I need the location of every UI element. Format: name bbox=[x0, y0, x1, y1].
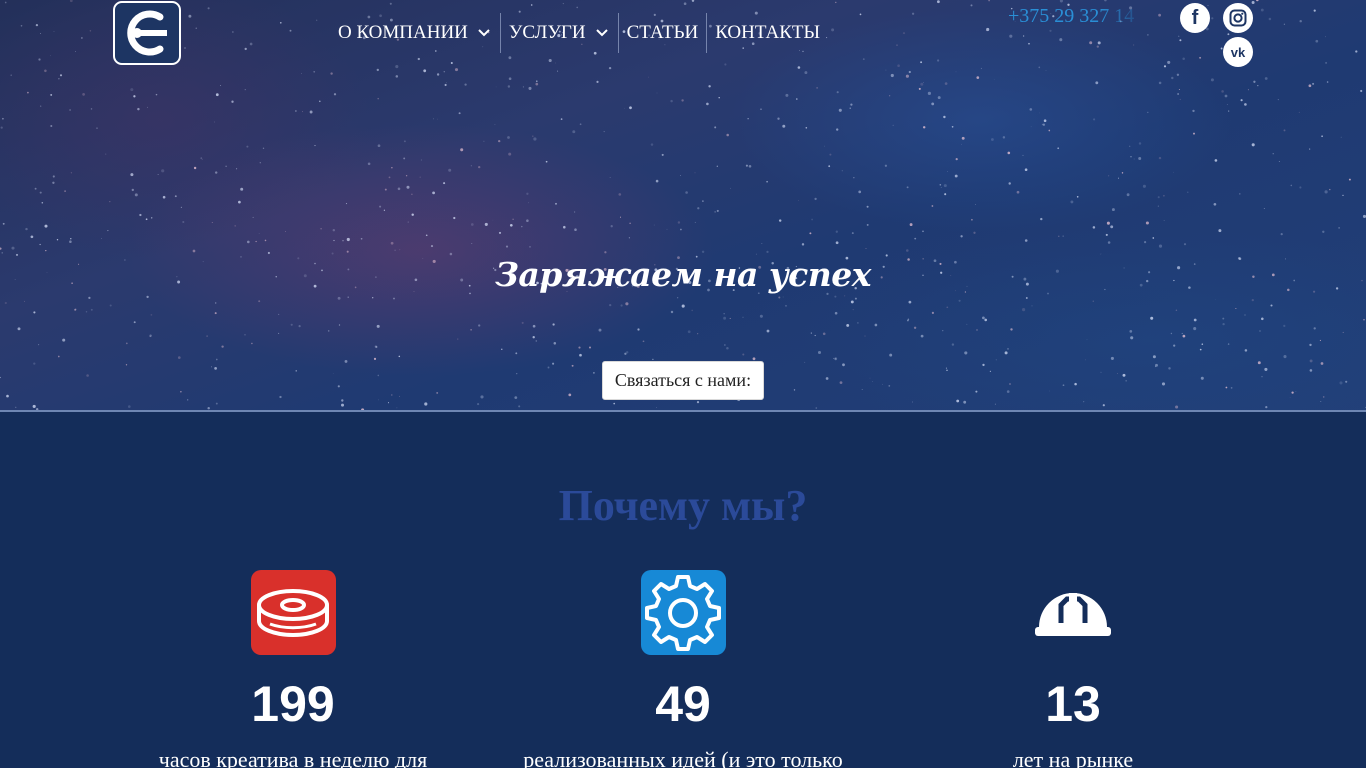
nav-item-label: О КОМПАНИИ bbox=[338, 22, 468, 43]
hard-hat-icon bbox=[1031, 570, 1116, 655]
nav-item-label: КОНТАКТЫ bbox=[715, 22, 821, 43]
feature-text: реализованных идей (и это только bbox=[523, 747, 843, 768]
feature-text: часов креатива в неделю для bbox=[158, 747, 428, 768]
feature-text: лет на рынке bbox=[1012, 747, 1134, 768]
nav-item-services[interactable]: УСЛУГИ bbox=[501, 13, 618, 53]
instagram-icon bbox=[1229, 9, 1247, 27]
starry-background bbox=[0, 0, 1366, 410]
company-logo[interactable] bbox=[113, 1, 181, 65]
hero-divider bbox=[0, 410, 1366, 412]
feature-number: 13 bbox=[1045, 676, 1101, 732]
instagram-link[interactable] bbox=[1223, 3, 1253, 33]
nav-item-contacts[interactable]: КОНТАКТЫ bbox=[707, 13, 828, 53]
hero-tagline: Заряжаем на успех bbox=[495, 255, 871, 294]
chevron-down-icon bbox=[478, 29, 490, 37]
feature-ideas: 49 реализованных идей (и это только bbox=[493, 570, 873, 768]
facebook-icon: f bbox=[1191, 6, 1199, 29]
main-nav: О КОМПАНИИ УСЛУГИ СТАТЬИ КОНТАКТЫ bbox=[330, 12, 828, 54]
vk-link[interactable]: vk bbox=[1223, 37, 1253, 67]
nav-item-articles[interactable]: СТАТЬИ bbox=[619, 13, 707, 53]
why-us-title: Почему мы? bbox=[558, 481, 808, 530]
phone-link[interactable]: +375 29 327 14 bbox=[1008, 5, 1138, 28]
gear-icon bbox=[640, 570, 726, 655]
feature-creative-hours: 199 часов креатива в неделю для bbox=[103, 570, 483, 768]
nav-item-label: УСЛУГИ bbox=[508, 22, 586, 43]
chevron-down-icon bbox=[595, 29, 608, 37]
facebook-link[interactable]: f bbox=[1180, 3, 1210, 33]
nav-item-about[interactable]: О КОМПАНИИ bbox=[330, 13, 500, 53]
vk-icon: vk bbox=[1230, 44, 1246, 60]
contact-us-button[interactable]: Связаться с нами: bbox=[602, 361, 764, 400]
nav-item-label: СТАТЬИ bbox=[626, 22, 699, 43]
feature-number: 49 bbox=[655, 676, 711, 732]
feature-number: 199 bbox=[251, 676, 335, 732]
hero-banner bbox=[0, 0, 1366, 410]
company-logo-icon bbox=[127, 10, 167, 56]
tape-roll-icon bbox=[250, 570, 336, 655]
feature-years: 13 лет на рынке bbox=[883, 570, 1263, 768]
